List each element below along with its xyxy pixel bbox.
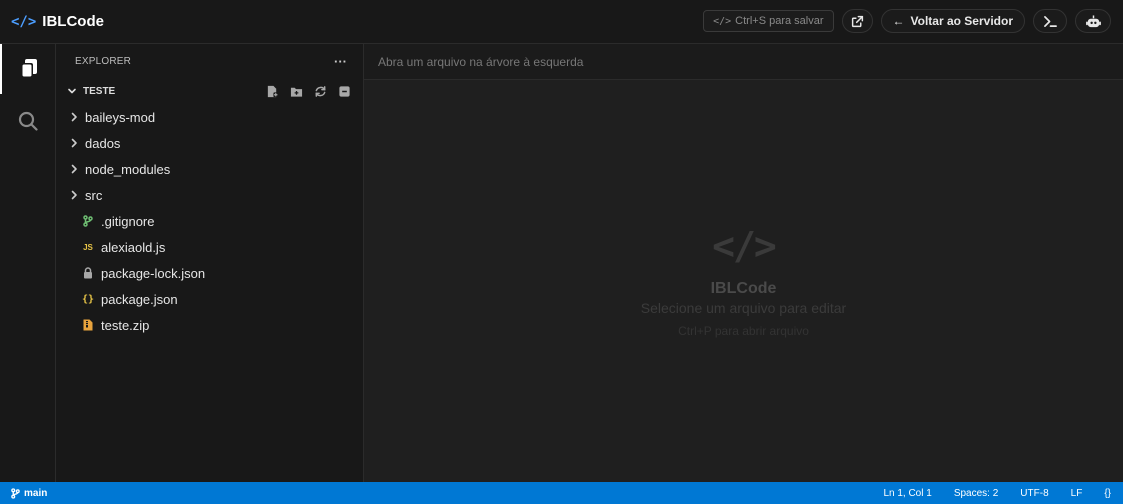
new-folder-icon[interactable] — [289, 84, 303, 98]
line-ending[interactable]: LF — [1071, 488, 1083, 499]
files-icon — [21, 59, 37, 78]
welcome-title: IBLCode — [710, 280, 777, 297]
editor-area: Abra um arquivo na árvore à esquerda </>… — [364, 44, 1123, 482]
branch-name: main — [24, 487, 48, 499]
activity-explorer[interactable] — [0, 44, 56, 94]
save-hint-label: Ctrl+S para salvar — [735, 15, 824, 27]
tree-folder-node-modules[interactable]: node_modules — [56, 156, 363, 182]
open-external-button[interactable] — [841, 9, 873, 33]
terminal-icon — [1043, 15, 1057, 27]
status-bar: main Ln 1, Col 1 Spaces: 2 UTF-8 LF {} — [0, 482, 1123, 504]
welcome-code-icon: </> — [712, 224, 777, 268]
explorer-title: EXPLORER — [75, 55, 132, 67]
external-link-icon — [851, 15, 863, 27]
tree-folder-dados[interactable]: dados — [56, 130, 363, 156]
chevron-right-icon — [69, 190, 79, 200]
welcome-subtitle: Selecione um arquivo para editar — [640, 300, 847, 316]
bot-icon — [1085, 14, 1101, 27]
cursor-position[interactable]: Ln 1, Col 1 — [883, 488, 931, 499]
code-icon: </> — [11, 13, 37, 30]
back-button-label: Voltar ao Servidor — [910, 14, 1013, 28]
back-to-server-button[interactable]: ← Voltar ao Servidor — [880, 9, 1025, 33]
app-title: IBLCode — [42, 13, 104, 30]
js-icon: JS — [83, 242, 93, 252]
tree-file-alexiaold-js[interactable]: JS alexiaold.js — [56, 234, 363, 260]
git-branch[interactable]: main — [11, 488, 47, 499]
more-actions-icon[interactable]: ··· — [334, 54, 347, 69]
tree-label: node_modules — [85, 161, 171, 177]
encoding[interactable]: UTF-8 — [1020, 488, 1048, 499]
chevron-right-icon — [69, 164, 79, 174]
top-actions: </> Ctrl+S para salvar ← Voltar ao Servi… — [703, 9, 1111, 33]
editor-tab-bar: Abra um arquivo na árvore à esquerda — [364, 44, 1123, 80]
language-mode[interactable]: {} — [1104, 488, 1111, 499]
explorer-sidebar: EXPLORER ··· TESTE baileys-mod dados nod… — [56, 44, 364, 482]
tree-file-package-lock-json[interactable]: package-lock.json — [56, 260, 363, 286]
top-bar: </> IBLCode </> Ctrl+S para salvar ← Vol… — [0, 0, 1123, 44]
tree-file-gitignore[interactable]: .gitignore — [56, 208, 363, 234]
tree-folder-baileys-mod[interactable]: baileys-mod — [56, 104, 363, 130]
save-hint[interactable]: </> Ctrl+S para salvar — [703, 10, 834, 32]
code-small-icon: </> — [713, 15, 732, 27]
tree-label: baileys-mod — [85, 109, 156, 125]
editor-placeholder: Abra um arquivo na árvore à esquerda — [378, 54, 584, 69]
tree-label: .gitignore — [101, 213, 155, 229]
brand[interactable]: </> IBLCode — [11, 13, 104, 30]
folder-name: TESTE — [83, 85, 116, 97]
explorer-header: EXPLORER ··· — [56, 44, 363, 78]
tree-label: teste.zip — [101, 317, 150, 333]
terminal-button[interactable] — [1033, 9, 1067, 33]
indentation[interactable]: Spaces: 2 — [954, 488, 998, 499]
welcome-panel: </> IBLCode Selecione um arquivo para ed… — [364, 224, 1123, 338]
activity-search[interactable] — [0, 96, 56, 146]
search-icon — [18, 111, 38, 131]
tree-file-teste-zip[interactable]: teste.zip — [56, 312, 363, 338]
chevron-down-icon — [68, 88, 76, 94]
tree-label: package.json — [101, 291, 178, 307]
collapse-icon[interactable] — [337, 84, 351, 98]
tree-label: dados — [85, 135, 121, 151]
json-icon: {} — [81, 293, 95, 305]
folder-header[interactable]: TESTE — [56, 78, 363, 104]
tree-label: package-lock.json — [101, 265, 206, 281]
welcome-hint: Ctrl+P para abrir arquivo — [678, 324, 809, 338]
tree-label: src — [85, 187, 103, 203]
tree-label: alexiaold.js — [101, 239, 166, 255]
status-right: Ln 1, Col 1 Spaces: 2 UTF-8 LF {} — [883, 488, 1111, 499]
assistant-button[interactable] — [1075, 9, 1111, 33]
activity-bar — [0, 44, 56, 482]
new-file-icon[interactable] — [265, 84, 279, 98]
arrow-left-icon: ← — [892, 14, 905, 28]
tree-folder-src[interactable]: src — [56, 182, 363, 208]
file-tree: baileys-mod dados node_modules src .giti… — [56, 104, 363, 338]
branch-icon — [11, 487, 20, 499]
chevron-right-icon — [69, 138, 79, 148]
refresh-icon[interactable] — [313, 84, 327, 98]
lock-icon — [82, 267, 94, 279]
git-icon — [82, 215, 94, 227]
chevron-right-icon — [69, 112, 79, 122]
folder-tools — [265, 84, 351, 98]
tree-file-package-json[interactable]: {} package.json — [56, 286, 363, 312]
zip-icon — [82, 319, 94, 331]
